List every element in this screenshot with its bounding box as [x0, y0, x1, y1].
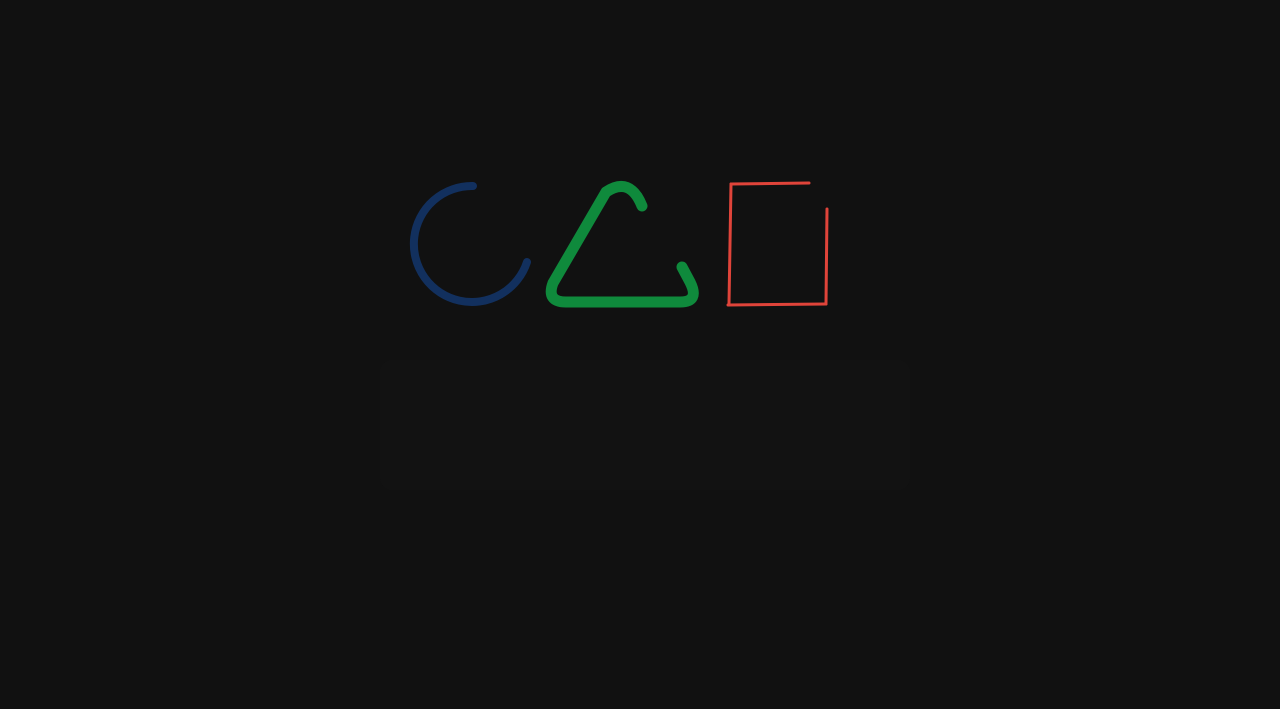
circle-icon: [409, 181, 531, 306]
logo: [409, 180, 829, 308]
splash-screen: [0, 0, 1280, 709]
triangle-icon: [545, 180, 699, 308]
square-icon: [726, 181, 829, 307]
